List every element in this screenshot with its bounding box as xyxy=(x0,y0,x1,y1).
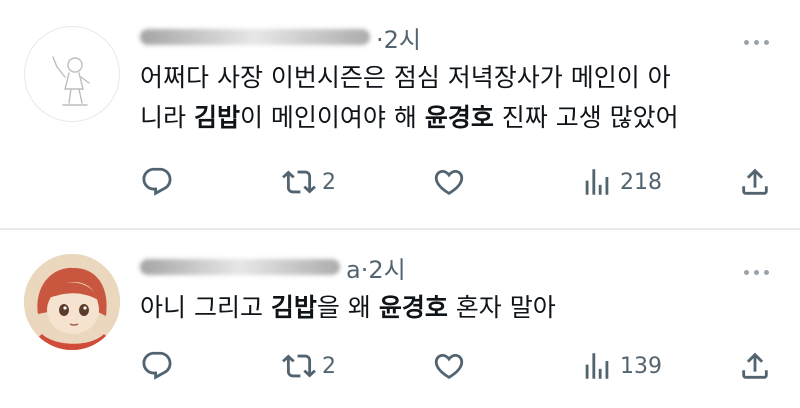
text-bold-segment: 윤경호 xyxy=(424,103,494,132)
share-button[interactable] xyxy=(738,164,772,200)
post-2[interactable]: a·2시 아니 그리고 김밥을 왜 윤경호 혼자 말아 2 139 xyxy=(0,230,800,408)
reply-button[interactable] xyxy=(140,164,174,200)
text-segment: 어쩌다 사장 이번시즌은 점심 저녁장사가 메인이 아 xyxy=(140,63,671,92)
views-button[interactable]: 218 xyxy=(580,164,662,200)
post-time[interactable]: a·2시 xyxy=(346,250,406,285)
views-count: 218 xyxy=(620,169,662,195)
text-segment: 혼자 말아 xyxy=(447,293,556,322)
text-segment: 을 왜 xyxy=(316,293,379,322)
retweet-count: 2 xyxy=(322,353,336,379)
views-chart-icon xyxy=(585,169,609,195)
views-chart-icon xyxy=(585,353,609,379)
action-bar: 2 218 xyxy=(140,164,772,200)
post-text: 아니 그리고 김밥을 왜 윤경호 혼자 말아 xyxy=(140,288,556,328)
text-bold-segment: 김밥 xyxy=(193,103,240,132)
blurred-username[interactable] xyxy=(140,259,340,275)
heart-icon xyxy=(434,169,464,195)
reply-icon xyxy=(142,351,172,380)
text-bold-segment: 윤경호 xyxy=(378,293,448,322)
retweet-button[interactable]: 2 xyxy=(282,348,336,384)
share-button[interactable] xyxy=(738,348,772,384)
views-count: 139 xyxy=(620,353,662,379)
like-button[interactable] xyxy=(432,164,466,200)
post-header: ·2시 xyxy=(140,20,421,55)
avatar[interactable] xyxy=(24,254,120,350)
views-button[interactable]: 139 xyxy=(580,348,662,384)
text-segment: 아니 그리고 xyxy=(140,293,271,322)
post-time[interactable]: ·2시 xyxy=(376,20,421,55)
post-header: a·2시 xyxy=(140,250,406,285)
reply-button[interactable] xyxy=(140,348,174,384)
more-dots-icon[interactable] xyxy=(740,32,772,52)
retweet-icon xyxy=(282,354,316,378)
text-segment: 니라 xyxy=(140,103,194,132)
avatar[interactable] xyxy=(24,26,120,122)
action-bar: 2 139 xyxy=(140,348,772,384)
heart-icon xyxy=(434,353,464,379)
retweet-button[interactable]: 2 xyxy=(282,164,336,200)
post-1[interactable]: ·2시 어쩌다 사장 이번시즌은 점심 저녁장사가 메인이 아 니라 김밥이 메… xyxy=(0,0,800,228)
share-icon xyxy=(742,352,768,379)
retweet-icon xyxy=(282,170,316,194)
text-segment: 진짜 고생 많았어 xyxy=(493,103,679,132)
reply-icon xyxy=(142,167,172,196)
share-icon xyxy=(742,168,768,195)
text-bold-segment: 김밥 xyxy=(270,293,317,322)
like-button[interactable] xyxy=(432,348,466,384)
avatar-sketch-image xyxy=(52,56,90,106)
retweet-count: 2 xyxy=(322,169,336,195)
text-segment: 이 메인이여야 해 xyxy=(239,103,425,132)
more-dots-icon[interactable] xyxy=(740,262,772,282)
blurred-username[interactable] xyxy=(140,29,370,45)
avatar-anime-girl-image xyxy=(24,254,120,350)
post-text: 어쩌다 사장 이번시즌은 점심 저녁장사가 메인이 아 니라 김밥이 메인이여야… xyxy=(140,58,780,138)
